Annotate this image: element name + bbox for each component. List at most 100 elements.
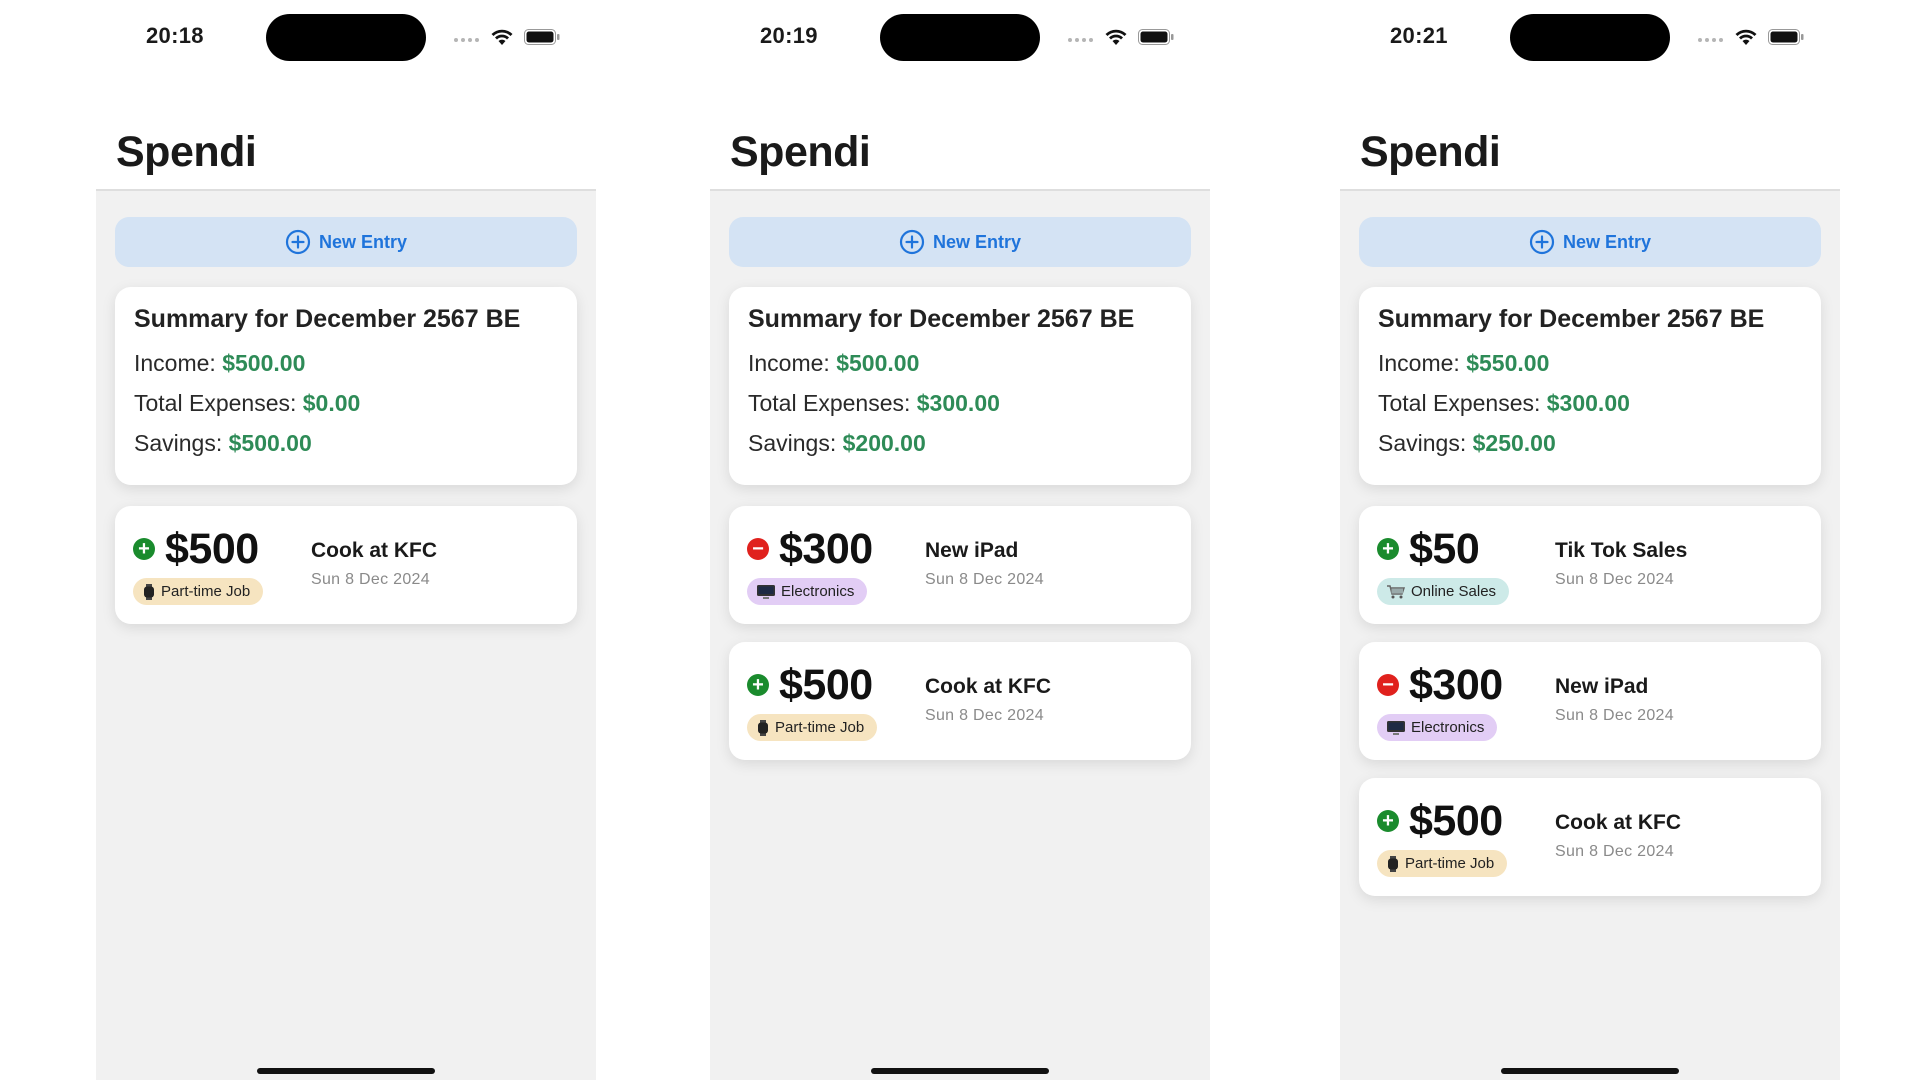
category-chip: Online Sales xyxy=(1377,578,1510,605)
expense-minus-icon: − xyxy=(747,538,769,560)
savings-line: Savings: $250.00 xyxy=(1378,430,1802,470)
dynamic-island xyxy=(880,14,1040,61)
summary-card: Summary for December 2567 BE Income: $55… xyxy=(1359,287,1821,485)
entry-date: Sun 8 Dec 2024 xyxy=(311,571,430,588)
new-entry-button[interactable]: New Entry xyxy=(729,217,1191,267)
expenses-value: $300.00 xyxy=(916,390,1000,416)
home-indicator xyxy=(1501,1068,1679,1074)
summary-card: Summary for December 2567 BE Income: $50… xyxy=(115,287,577,485)
entry-name: New iPad xyxy=(1555,675,1649,698)
entry-card[interactable]: − $300 Electronics New iPad Sun 8 Dec 20… xyxy=(729,506,1191,624)
entry-card[interactable]: + $500 Part-time Job Cook at KFC Sun 8 D… xyxy=(115,506,577,624)
expenses-value: $0.00 xyxy=(302,390,361,416)
app-title: Spendi xyxy=(1360,128,1501,176)
new-entry-button[interactable]: New Entry xyxy=(115,217,577,267)
income-line: Income: $550.00 xyxy=(1378,350,1802,390)
entry-card[interactable]: + $500 Part-time Job Cook at KFC Sun 8 D… xyxy=(729,642,1191,760)
nav-divider xyxy=(96,189,596,191)
savings-line: Savings: $200.00 xyxy=(748,430,1172,470)
entry-amount: $300 xyxy=(1409,661,1503,709)
new-entry-button[interactable]: New Entry xyxy=(1359,217,1821,267)
category-chip: Electronics xyxy=(1377,714,1498,741)
entry-amount: $50 xyxy=(1409,525,1480,573)
battery-icon xyxy=(1138,29,1174,45)
category-label: Part-time Job xyxy=(775,719,865,736)
app-title: Spendi xyxy=(116,128,257,176)
savings-value: $250.00 xyxy=(1472,430,1556,456)
entry-amount: $500 xyxy=(1409,797,1503,845)
entry-card[interactable]: + $50 Online Sales Tik Tok Sales Sun 8 D… xyxy=(1359,506,1821,624)
entry-date: Sun 8 Dec 2024 xyxy=(1555,707,1674,724)
status-time: 20:19 xyxy=(760,23,818,48)
income-label: Income: xyxy=(748,350,830,376)
entry-name: Cook at KFC xyxy=(925,675,1051,698)
plus-circle-icon xyxy=(1529,229,1555,255)
status-icons xyxy=(454,26,564,48)
income-plus-icon: + xyxy=(1377,810,1399,832)
battery-icon xyxy=(1768,29,1804,45)
entry-date: Sun 8 Dec 2024 xyxy=(925,707,1044,724)
summary-title: Summary for December 2567 BE xyxy=(1378,305,1765,333)
income-plus-icon: + xyxy=(747,674,769,696)
savings-value: $500.00 xyxy=(228,430,312,456)
status-time: 20:18 xyxy=(146,23,204,48)
new-entry-label: New Entry xyxy=(1562,231,1652,252)
entry-date: Sun 8 Dec 2024 xyxy=(925,571,1044,588)
monitor-icon xyxy=(1387,720,1405,735)
category-label: Electronics xyxy=(1411,719,1485,736)
dynamic-island xyxy=(266,14,426,61)
entry-card[interactable]: + $500 Part-time Job Cook at KFC Sun 8 D… xyxy=(1359,778,1821,896)
status-icons xyxy=(1698,26,1808,48)
smartwatch-icon xyxy=(758,719,768,736)
phone-screen-3: 20:21 Spendi New Entry Summary for Decem… xyxy=(1340,0,1840,1080)
expenses-line: Total Expenses: $0.00 xyxy=(134,390,558,430)
cellular-signal-icon xyxy=(1068,36,1096,42)
plus-circle-icon xyxy=(899,229,925,255)
entry-name: Cook at KFC xyxy=(1555,811,1681,834)
entry-name: New iPad xyxy=(925,539,1019,562)
savings-label: Savings: xyxy=(1378,430,1467,456)
income-plus-icon: + xyxy=(133,538,155,560)
savings-label: Savings: xyxy=(134,430,223,456)
expenses-label: Total Expenses: xyxy=(134,390,297,416)
entry-amount: $300 xyxy=(779,525,873,573)
home-indicator xyxy=(871,1068,1049,1074)
nav-divider xyxy=(710,189,1210,191)
wifi-icon xyxy=(1105,29,1127,45)
entry-amount: $500 xyxy=(779,661,873,709)
entry-date: Sun 8 Dec 2024 xyxy=(1555,571,1674,588)
entry-date: Sun 8 Dec 2024 xyxy=(1555,843,1674,860)
status-icons xyxy=(1068,26,1178,48)
category-chip: Part-time Job xyxy=(1377,850,1508,877)
shopping-cart-icon xyxy=(1387,584,1405,598)
status-time: 20:21 xyxy=(1390,23,1448,48)
smartwatch-icon xyxy=(1388,855,1398,872)
expenses-line: Total Expenses: $300.00 xyxy=(748,390,1172,430)
expenses-label: Total Expenses: xyxy=(1378,390,1541,416)
category-chip: Part-time Job xyxy=(747,714,878,741)
nav-divider xyxy=(1340,189,1840,191)
category-label: Part-time Job xyxy=(1405,855,1495,872)
entry-amount: $500 xyxy=(165,525,259,573)
expense-minus-icon: − xyxy=(1377,674,1399,696)
savings-value: $200.00 xyxy=(842,430,926,456)
category-chip: Part-time Job xyxy=(133,578,264,605)
phone-screen-2: 20:19 Spendi New Entry Summary for Decem… xyxy=(710,0,1210,1080)
income-value: $500.00 xyxy=(836,350,920,376)
expenses-label: Total Expenses: xyxy=(748,390,911,416)
summary-title: Summary for December 2567 BE xyxy=(134,305,521,333)
app-title: Spendi xyxy=(730,128,871,176)
summary-card: Summary for December 2567 BE Income: $50… xyxy=(729,287,1191,485)
cellular-signal-icon xyxy=(454,36,482,42)
expenses-value: $300.00 xyxy=(1546,390,1630,416)
expenses-line: Total Expenses: $300.00 xyxy=(1378,390,1802,430)
summary-title: Summary for December 2567 BE xyxy=(748,305,1135,333)
wifi-icon xyxy=(491,29,513,45)
entry-name: Tik Tok Sales xyxy=(1555,539,1688,562)
entry-card[interactable]: − $300 Electronics New iPad Sun 8 Dec 20… xyxy=(1359,642,1821,760)
wifi-icon xyxy=(1735,29,1757,45)
income-line: Income: $500.00 xyxy=(134,350,558,390)
income-label: Income: xyxy=(1378,350,1460,376)
phone-screen-1: 20:18 Spendi New Entry Summary for Decem… xyxy=(96,0,596,1080)
income-plus-icon: + xyxy=(1377,538,1399,560)
